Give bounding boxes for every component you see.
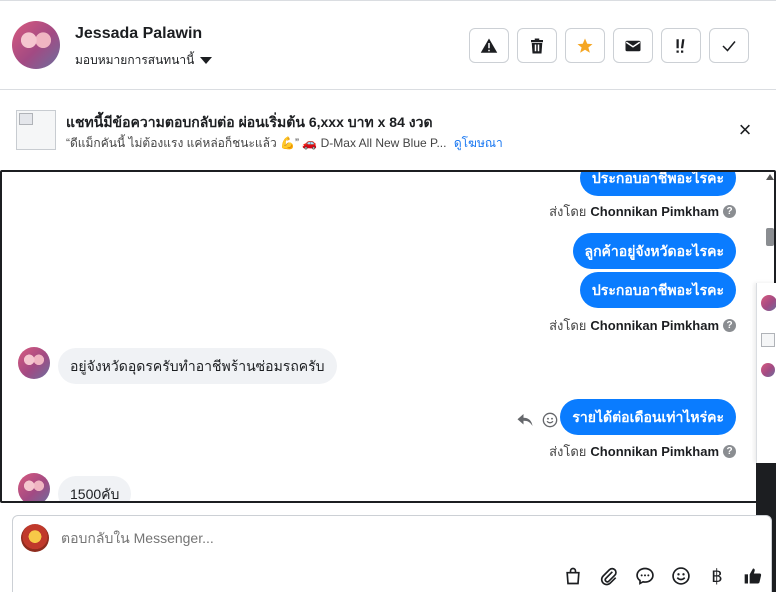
envelope-icon: [625, 40, 641, 51]
banner-title: แชทนี้มีข้อความตอบกลับต่อ ผ่อนเริ่มต้น 6…: [66, 114, 433, 130]
avatar[interactable]: [18, 347, 50, 379]
side-panel-partial: [756, 283, 776, 463]
banner-subtitle-text: “ดีแม็กคันนี้ ไม่ต้องแรง แค่หล่อก็ชนะแล้…: [66, 136, 447, 150]
sent-by-label: ส่งโดย Chonnikan Pimkham ?: [549, 201, 736, 222]
sent-by-prefix: ส่งโดย: [549, 444, 587, 459]
banner-subtitle: “ดีแม็กคันนี้ ไม่ต้องแรง แค่หล่อก็ชนะแล้…: [66, 134, 503, 153]
avatar[interactable]: [18, 473, 50, 501]
caret-down-icon: [200, 57, 213, 64]
avatar[interactable]: [12, 21, 60, 69]
assign-label: มอบหมายการสนทนานี้: [75, 53, 195, 67]
message-thread[interactable]: ประกอบอาชีพอะไรคะ ส่งโดย Chonnikan Pimkh…: [0, 170, 776, 503]
follow-up-button[interactable]: [661, 28, 701, 63]
sent-by-prefix: ส่งโดย: [549, 318, 587, 333]
mark-unread-button[interactable]: [613, 28, 653, 63]
message-bubble-out[interactable]: ประกอบอาชีพอะไรคะ: [579, 172, 736, 196]
message-bubble-out[interactable]: ประกอบอาชีพอะไรคะ: [579, 272, 736, 308]
reply-composer: ฿: [12, 515, 772, 592]
agent-name: Chonnikan Pimkham: [590, 204, 719, 219]
help-icon[interactable]: ?: [723, 445, 736, 458]
emoji-reaction-icon[interactable]: [542, 412, 558, 428]
composer-toolbar: ฿: [555, 562, 771, 590]
reply-input[interactable]: [61, 530, 661, 546]
spam-button[interactable]: [469, 28, 509, 63]
avatar[interactable]: [761, 295, 776, 311]
warning-icon: [480, 38, 498, 53]
conversation-header: Jessada Palawin มอบหมายการสนทนานี้: [0, 0, 776, 90]
check-icon: [722, 40, 736, 52]
message-bubble-in[interactable]: 1500คับ: [58, 476, 132, 501]
reply-icon[interactable]: [516, 412, 534, 428]
assign-dropdown[interactable]: มอบหมายการสนทนานี้: [75, 51, 213, 70]
thumbs-up-icon[interactable]: [735, 562, 771, 590]
ad-context-banner: แชทนี้มีข้อความตอบกลับต่อ ผ่อนเริ่มต้น 6…: [0, 90, 776, 170]
chat-bubble-icon[interactable]: [627, 562, 663, 590]
message-actions: [516, 412, 558, 428]
done-button[interactable]: [709, 28, 749, 63]
sent-by-prefix: ส่งโดย: [549, 204, 587, 219]
message-bubble-out[interactable]: รายได้ต่อเดือนเท่าไหร่คะ: [560, 399, 736, 435]
avatar[interactable]: [761, 363, 775, 377]
page-avatar: [21, 524, 49, 552]
toolbar: [469, 28, 749, 63]
close-icon[interactable]: ×: [734, 119, 756, 142]
scroll-thumb[interactable]: [766, 228, 774, 246]
exclamation-icon: [676, 38, 685, 53]
help-icon[interactable]: ?: [723, 319, 736, 332]
shopping-bag-icon[interactable]: [555, 562, 591, 590]
star-icon: [577, 38, 593, 53]
scroll-up-arrow-icon[interactable]: [766, 174, 774, 180]
message-bubble-out[interactable]: ลูกค้าอยู่จังหวัดอะไรคะ: [572, 233, 736, 269]
sent-by-label: ส่งโดย Chonnikan Pimkham ?: [549, 315, 736, 336]
view-ad-link[interactable]: ดูโฆษณา: [454, 136, 503, 150]
agent-name: Chonnikan Pimkham: [590, 444, 719, 459]
agent-name: Chonnikan Pimkham: [590, 318, 719, 333]
sent-by-label: ส่งโดย Chonnikan Pimkham ?: [549, 441, 736, 462]
emoji-icon[interactable]: [663, 562, 699, 590]
help-icon[interactable]: ?: [723, 205, 736, 218]
baht-icon[interactable]: ฿: [699, 562, 735, 590]
delete-button[interactable]: [517, 28, 557, 63]
messenger-inbox: Jessada Palawin มอบหมายการสนทนานี้ แชทนี…: [0, 0, 776, 592]
thumbnail: [761, 333, 775, 347]
star-button[interactable]: [565, 28, 605, 63]
contact-name[interactable]: Jessada Palawin: [75, 25, 202, 43]
paperclip-icon[interactable]: [591, 562, 627, 590]
trash-icon: [531, 38, 543, 53]
ad-thumbnail: [16, 110, 56, 150]
message-bubble-in[interactable]: อยู่จังหวัดอุดรครับทำอาชีพร้านซ่อมรถครับ: [58, 348, 337, 384]
